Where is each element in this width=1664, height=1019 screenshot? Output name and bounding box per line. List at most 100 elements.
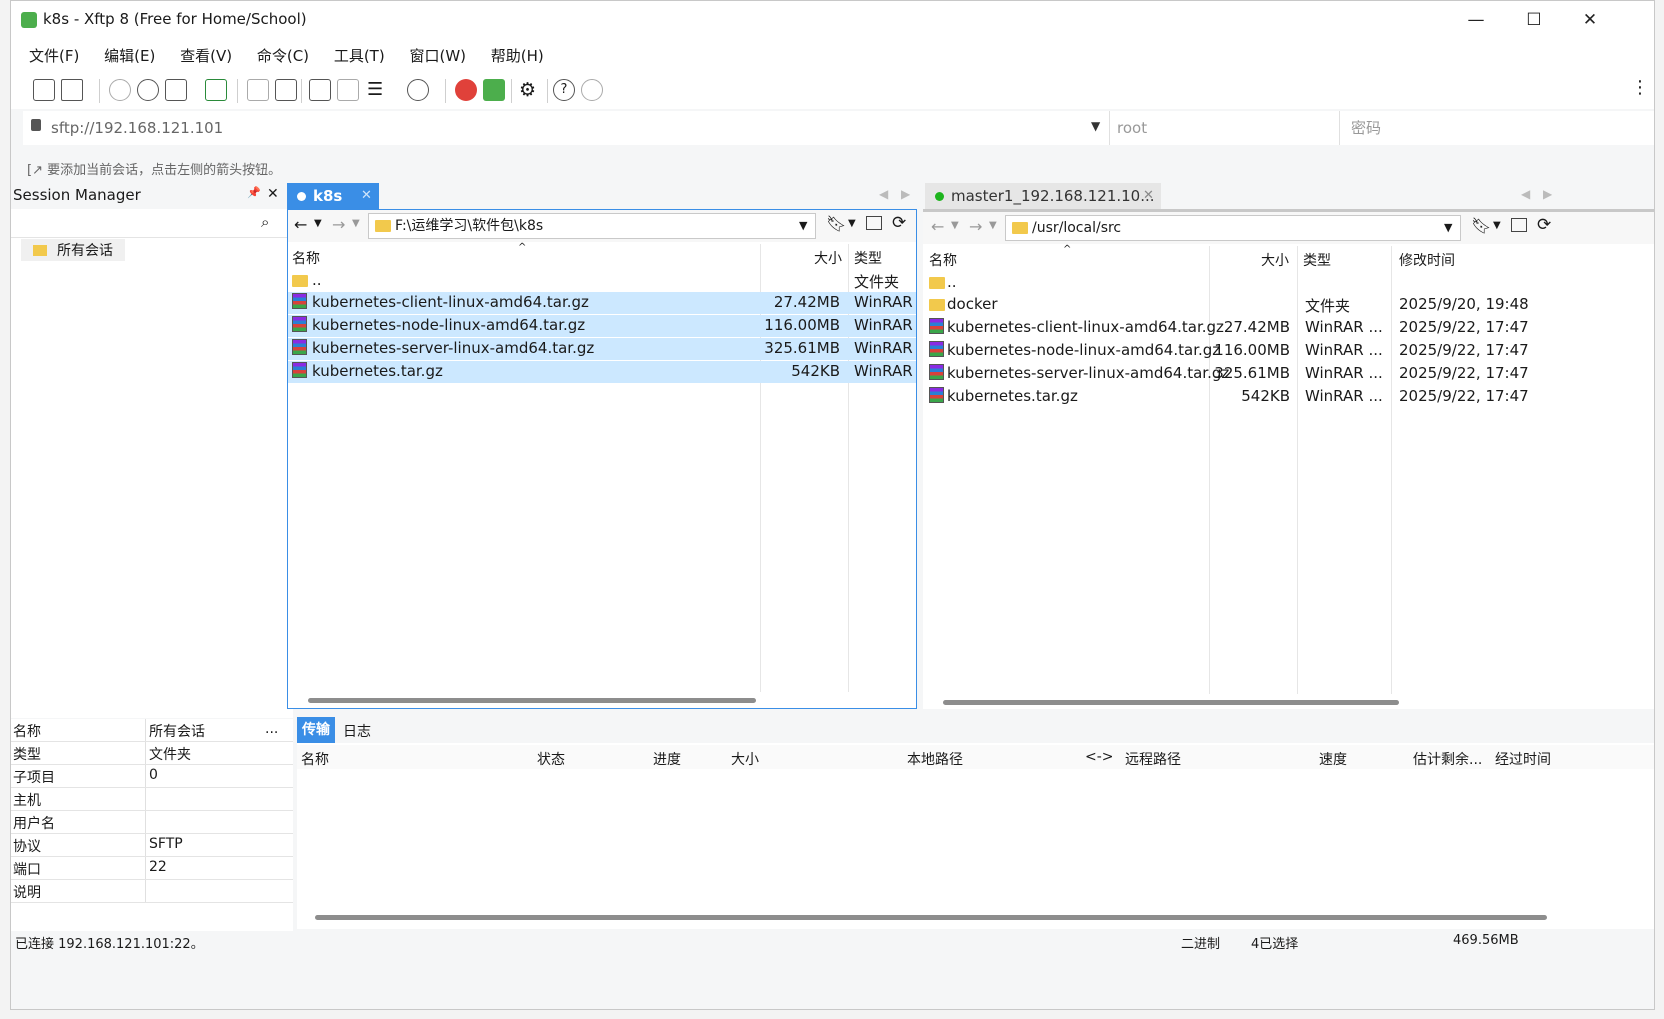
file-row[interactable]: kubernetes.tar.gz 542KB WinRAR ... — [288, 361, 916, 383]
pin-icon[interactable]: 📌 — [247, 186, 261, 199]
back-arrow-icon[interactable]: ← — [294, 215, 307, 234]
back-arrow-icon[interactable]: ← — [931, 217, 944, 236]
tab-log[interactable]: 日志 — [343, 721, 371, 741]
col-progress[interactable]: 进度 — [653, 749, 681, 769]
tab-scroll-left-icon[interactable]: ◀ — [1521, 187, 1530, 201]
host-input[interactable]: sftp://192.168.121.101 — [51, 111, 1101, 145]
forward-arrow-icon[interactable]: → — [332, 215, 345, 234]
maximize-button[interactable]: ☐ — [1505, 1, 1563, 39]
close-tab-icon[interactable]: ✕ — [1143, 183, 1154, 209]
tab-scroll-right-icon[interactable]: ▶ — [1543, 187, 1552, 201]
transfer-right-icon[interactable] — [275, 79, 297, 101]
close-button[interactable]: ✕ — [1561, 1, 1619, 39]
open-terminal-icon[interactable] — [205, 79, 227, 101]
refresh-icon[interactable]: ⟳ — [892, 213, 906, 233]
tab-remote-master1[interactable]: master1_192.168.121.10... ✕ — [925, 183, 1161, 209]
path-dropdown-icon[interactable]: ▼ — [799, 214, 807, 238]
tab-scroll-left-icon[interactable]: ◀ — [879, 187, 888, 201]
menu-help[interactable]: 帮助(H) — [491, 45, 544, 66]
menu-edit[interactable]: 编辑(E) — [104, 45, 155, 66]
col-modified[interactable]: 修改时间 — [1399, 250, 1455, 270]
menu-file[interactable]: 文件(F) — [29, 45, 79, 66]
xftp-icon[interactable] — [483, 79, 505, 101]
menu-view[interactable]: 查看(V) — [180, 45, 232, 66]
forward-arrow-icon[interactable]: → — [969, 217, 982, 236]
horizontal-scrollbar[interactable] — [943, 700, 1399, 705]
col-type[interactable]: 类型 — [854, 248, 882, 268]
file-row[interactable]: kubernetes.tar.gz 542KB WinRAR ... 2025/… — [923, 386, 1654, 408]
disconnect-icon[interactable] — [109, 79, 131, 101]
username-input[interactable]: root — [1117, 111, 1337, 145]
new-session-icon[interactable] — [33, 79, 55, 101]
col-name[interactable]: 名称 — [929, 250, 957, 270]
xshell-icon[interactable] — [455, 79, 477, 101]
file-row[interactable]: kubernetes-client-linux-amd64.tar.gz 27.… — [288, 292, 916, 314]
menu-command[interactable]: 命令(C) — [257, 45, 309, 66]
bookmark-icon[interactable]: 🔖︎ — [1471, 216, 1491, 235]
bookmark-dropdown-icon[interactable]: ▼ — [1493, 220, 1501, 231]
tab-transfer[interactable]: 传输 — [297, 717, 335, 743]
tab-scroll-right-icon[interactable]: ▶ — [901, 187, 910, 201]
col-type[interactable]: 类型 — [1303, 250, 1331, 270]
col-size[interactable]: 大小 — [814, 248, 842, 268]
col-size[interactable]: 大小 — [731, 749, 759, 769]
back-dropdown-icon[interactable]: ▼ — [314, 218, 322, 229]
settings-gear-icon[interactable]: ⚙ — [519, 79, 541, 101]
close-panel-icon[interactable]: ✕ — [267, 186, 279, 202]
local-path-input[interactable]: F:\运维学习\软件包\k8s ▼ — [368, 213, 816, 239]
file-row[interactable]: kubernetes-node-linux-amd64.tar.gz 116.0… — [288, 315, 916, 337]
file-row[interactable]: kubernetes-server-linux-amd64.tar.gz 325… — [288, 338, 916, 360]
parent-folder-icon[interactable] — [1511, 218, 1527, 232]
transfer-left-icon[interactable] — [247, 79, 269, 101]
file-row[interactable]: kubernetes-node-linux-amd64.tar.gz 116.0… — [923, 340, 1654, 362]
remote-path-input[interactable]: /usr/local/src ▼ — [1005, 215, 1461, 241]
col-local-path[interactable]: 本地路径 — [907, 749, 963, 769]
globe-icon[interactable] — [407, 79, 429, 101]
col-eta[interactable]: 估计剩余... — [1413, 749, 1482, 769]
paste-icon[interactable] — [337, 79, 359, 101]
password-input[interactable]: 密码 — [1351, 111, 1651, 145]
file-row[interactable]: .. 文件夹 — [288, 270, 916, 292]
open-folder-icon[interactable] — [61, 79, 83, 101]
close-tab-icon[interactable]: ✕ — [361, 183, 372, 209]
parent-folder-icon[interactable] — [866, 216, 882, 230]
more-options-icon[interactable]: ⋮ — [1631, 77, 1649, 98]
path-dropdown-icon[interactable]: ▼ — [1444, 216, 1452, 240]
chat-icon[interactable] — [581, 79, 603, 101]
back-dropdown-icon[interactable]: ▼ — [951, 220, 959, 231]
file-row[interactable]: kubernetes-client-linux-amd64.tar.gz 27.… — [923, 317, 1654, 339]
chevron-down-icon[interactable]: ▼ — [1091, 119, 1100, 133]
col-elapsed[interactable]: 经过时间 — [1495, 749, 1551, 769]
col-status[interactable]: 状态 — [537, 749, 565, 769]
forward-dropdown-icon[interactable]: ▼ — [352, 218, 360, 229]
bookmark-dropdown-icon[interactable]: ▼ — [848, 218, 856, 229]
more-button[interactable]: ... — [265, 721, 278, 737]
menu-window[interactable]: 窗口(W) — [409, 45, 466, 66]
refresh-icon[interactable]: ⟳ — [1537, 215, 1551, 235]
col-speed[interactable]: 速度 — [1319, 749, 1347, 769]
list-view-icon[interactable]: ☰ — [367, 79, 389, 101]
help-icon[interactable]: ? — [553, 79, 575, 101]
col-size[interactable]: 大小 — [1261, 250, 1289, 270]
col-name[interactable]: 名称 — [292, 248, 320, 268]
copy-icon[interactable] — [309, 79, 331, 101]
new-tab-icon[interactable] — [165, 79, 187, 101]
connect-link-icon[interactable] — [137, 79, 159, 101]
col-name[interactable]: 名称 — [301, 749, 329, 769]
col-remote-path[interactable]: 远程路径 — [1125, 749, 1181, 769]
horizontal-scrollbar[interactable] — [308, 698, 756, 703]
file-row[interactable]: kubernetes-server-linux-amd64.tar.gz 325… — [923, 363, 1654, 385]
bookmark-icon[interactable]: 🔖︎ — [826, 214, 846, 233]
tab-local-k8s[interactable]: k8s ✕ — [287, 183, 379, 209]
minimize-button[interactable]: — — [1447, 1, 1505, 39]
forward-dropdown-icon[interactable]: ▼ — [989, 220, 997, 231]
col-direction[interactable]: <-> — [1085, 749, 1114, 765]
file-row[interactable]: .. — [923, 272, 1654, 294]
menu-tools[interactable]: 工具(T) — [334, 45, 385, 66]
tree-item-all-sessions[interactable]: 所有会话 — [21, 239, 125, 261]
search-icon[interactable]: ⌕ — [261, 213, 269, 231]
session-search-bar[interactable]: ⌕ — [11, 209, 293, 238]
hint-arrow-icon[interactable]: [↗ — [27, 163, 43, 178]
horizontal-scrollbar[interactable] — [315, 915, 1547, 920]
file-row[interactable]: docker 文件夹 2025/9/20, 19:48 — [923, 294, 1654, 316]
